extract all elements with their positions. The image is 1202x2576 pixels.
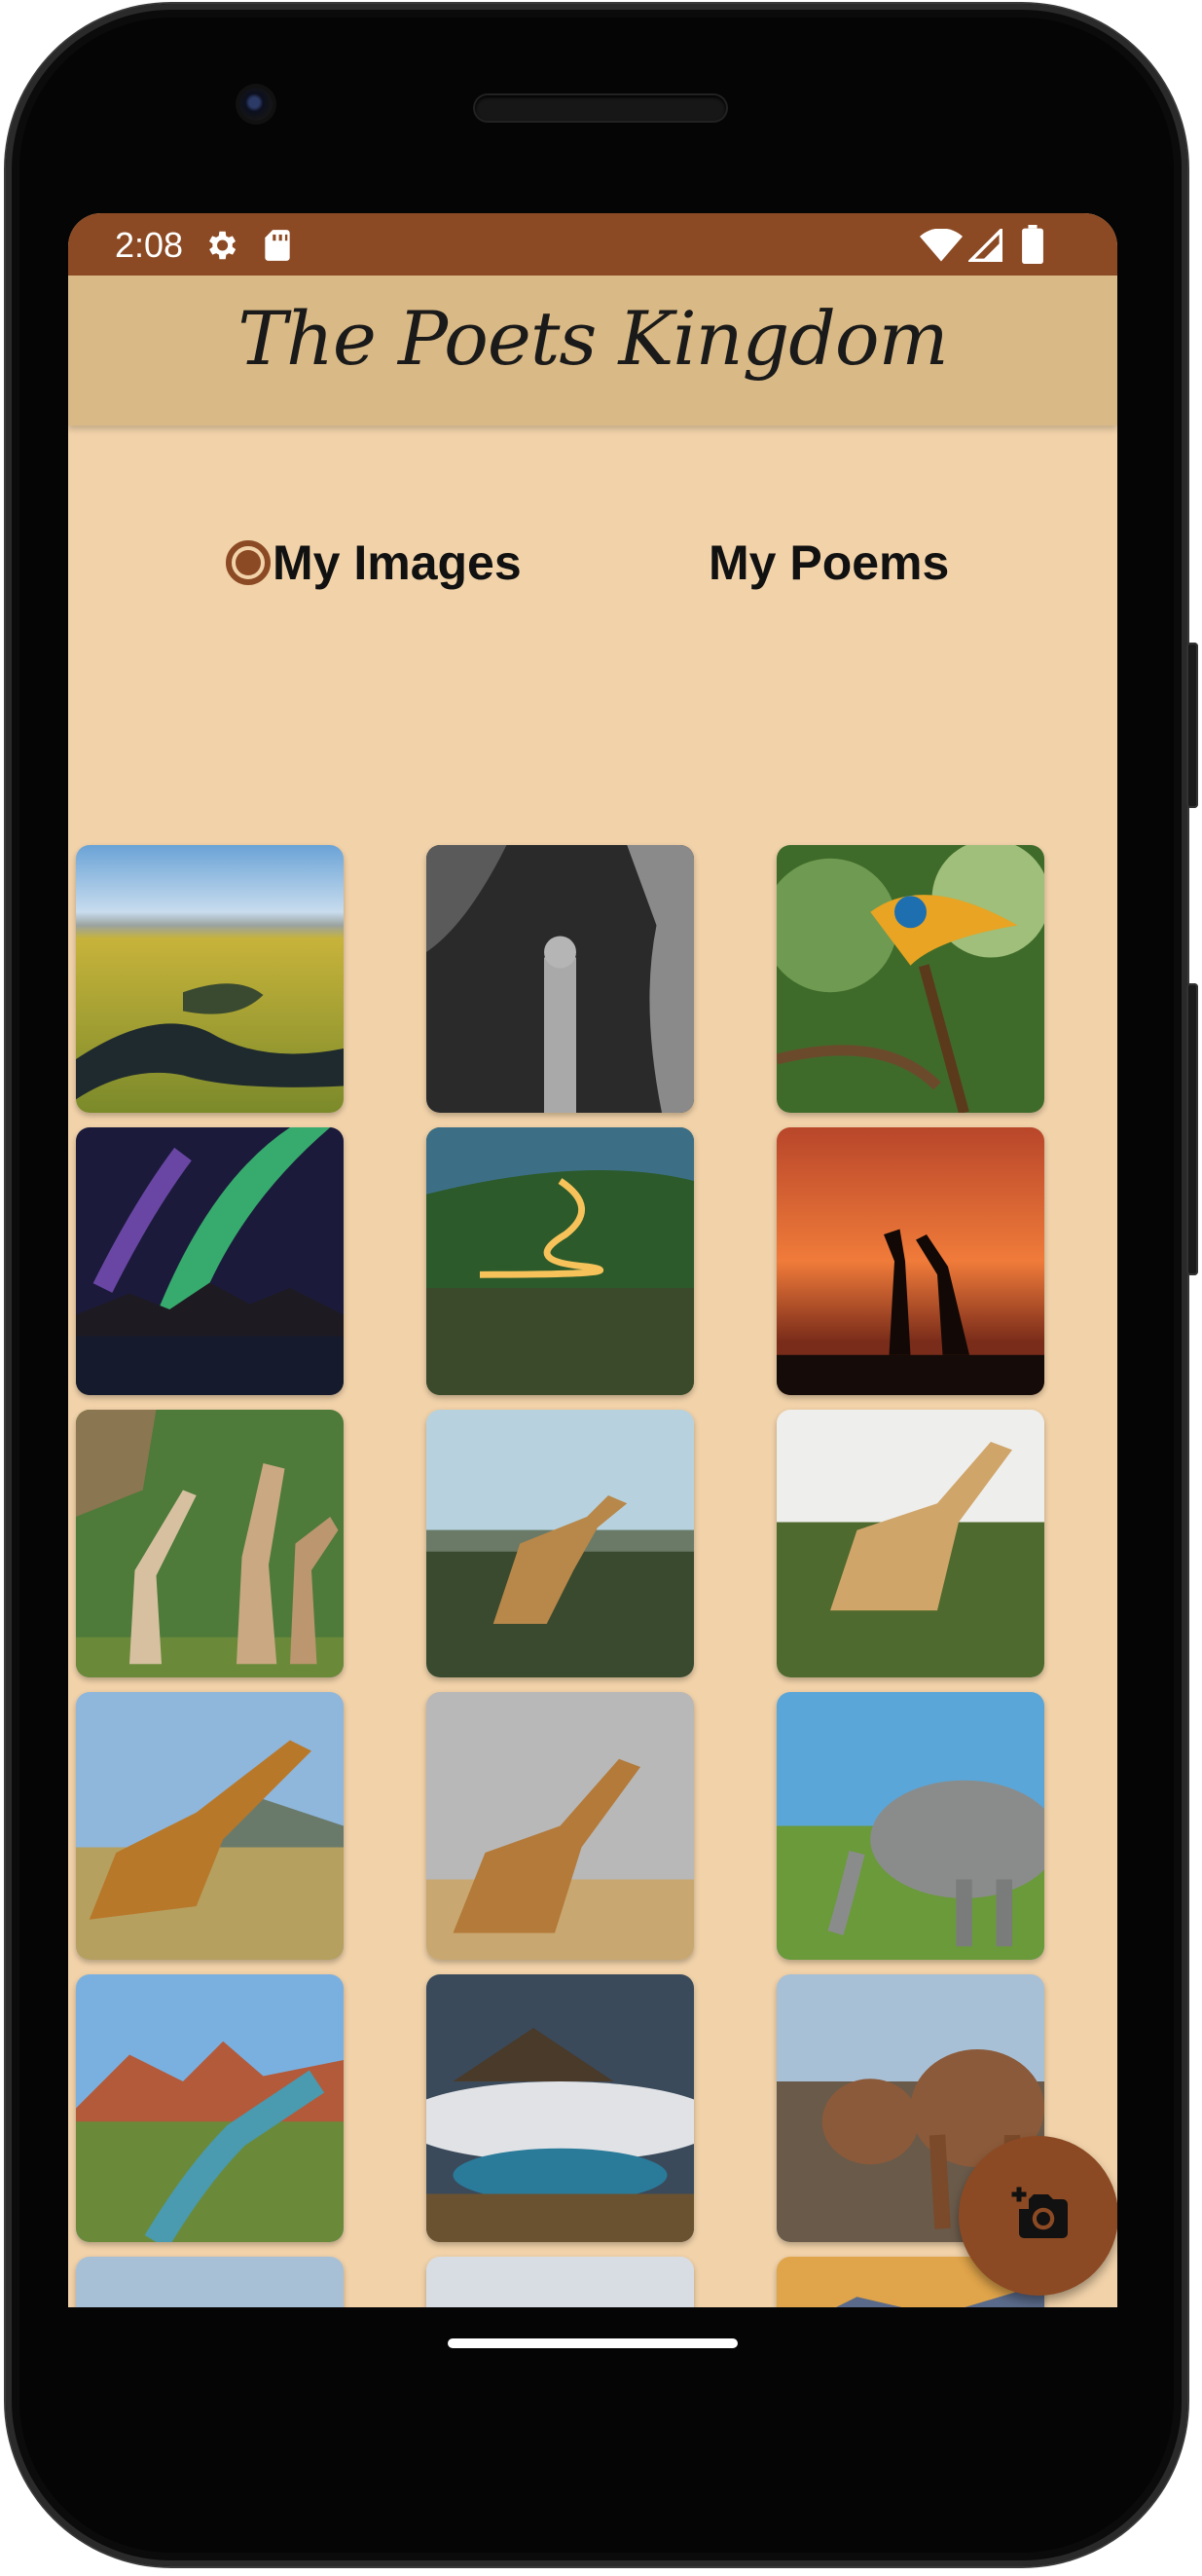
tab-my-poems-label: My Poems	[709, 535, 950, 590]
gallery-image[interactable]	[76, 1410, 344, 1677]
gallery-image[interactable]	[426, 1127, 694, 1395]
tab-my-images[interactable]: My Images	[226, 534, 522, 591]
gear-icon	[202, 227, 239, 269]
gallery-image[interactable]	[76, 2257, 344, 2307]
home-gesture-handle[interactable]	[448, 2338, 738, 2348]
gallery-image[interactable]	[777, 1410, 1044, 1677]
tab-my-images-label: My Images	[273, 535, 522, 590]
gallery-image[interactable]	[426, 2257, 694, 2307]
wifi-icon	[920, 228, 963, 267]
gesture-nav-bar	[68, 2307, 1117, 2424]
signal-icon	[966, 226, 1003, 267]
app-screen: 2:08 The Poets Kingdom My Images My Poem…	[68, 213, 1117, 2307]
gallery-image[interactable]	[777, 845, 1044, 1113]
app-title: The Poets Kingdom	[237, 295, 948, 382]
add-photo-fab[interactable]	[959, 2136, 1117, 2296]
volume-button	[1186, 983, 1198, 1275]
front-camera	[239, 88, 273, 121]
gallery-image[interactable]	[76, 1974, 344, 2242]
radio-selected-icon[interactable]	[226, 540, 271, 585]
gallery-image[interactable]	[76, 845, 344, 1113]
gallery-image[interactable]	[76, 1127, 344, 1395]
gallery-image[interactable]	[426, 845, 694, 1113]
gallery-image[interactable]	[777, 1127, 1044, 1395]
status-time: 2:08	[115, 225, 184, 265]
view-selector: My Images My Poems	[68, 505, 1117, 612]
add-photo-camera-icon	[1004, 2184, 1073, 2249]
gallery-image[interactable]	[426, 1410, 694, 1677]
gallery-image[interactable]	[76, 1692, 344, 1960]
earpiece-speaker	[475, 95, 726, 121]
tab-my-poems[interactable]: My Poems	[709, 534, 949, 591]
gallery-image[interactable]	[777, 1692, 1044, 1960]
status-bar: 2:08	[68, 213, 1117, 276]
battery-icon	[1022, 225, 1043, 269]
power-button	[1186, 643, 1198, 808]
app-bar: The Poets Kingdom	[68, 276, 1117, 425]
sd-card-icon	[261, 227, 294, 269]
gallery-image[interactable]	[426, 1974, 694, 2242]
gallery-image[interactable]	[426, 1692, 694, 1960]
